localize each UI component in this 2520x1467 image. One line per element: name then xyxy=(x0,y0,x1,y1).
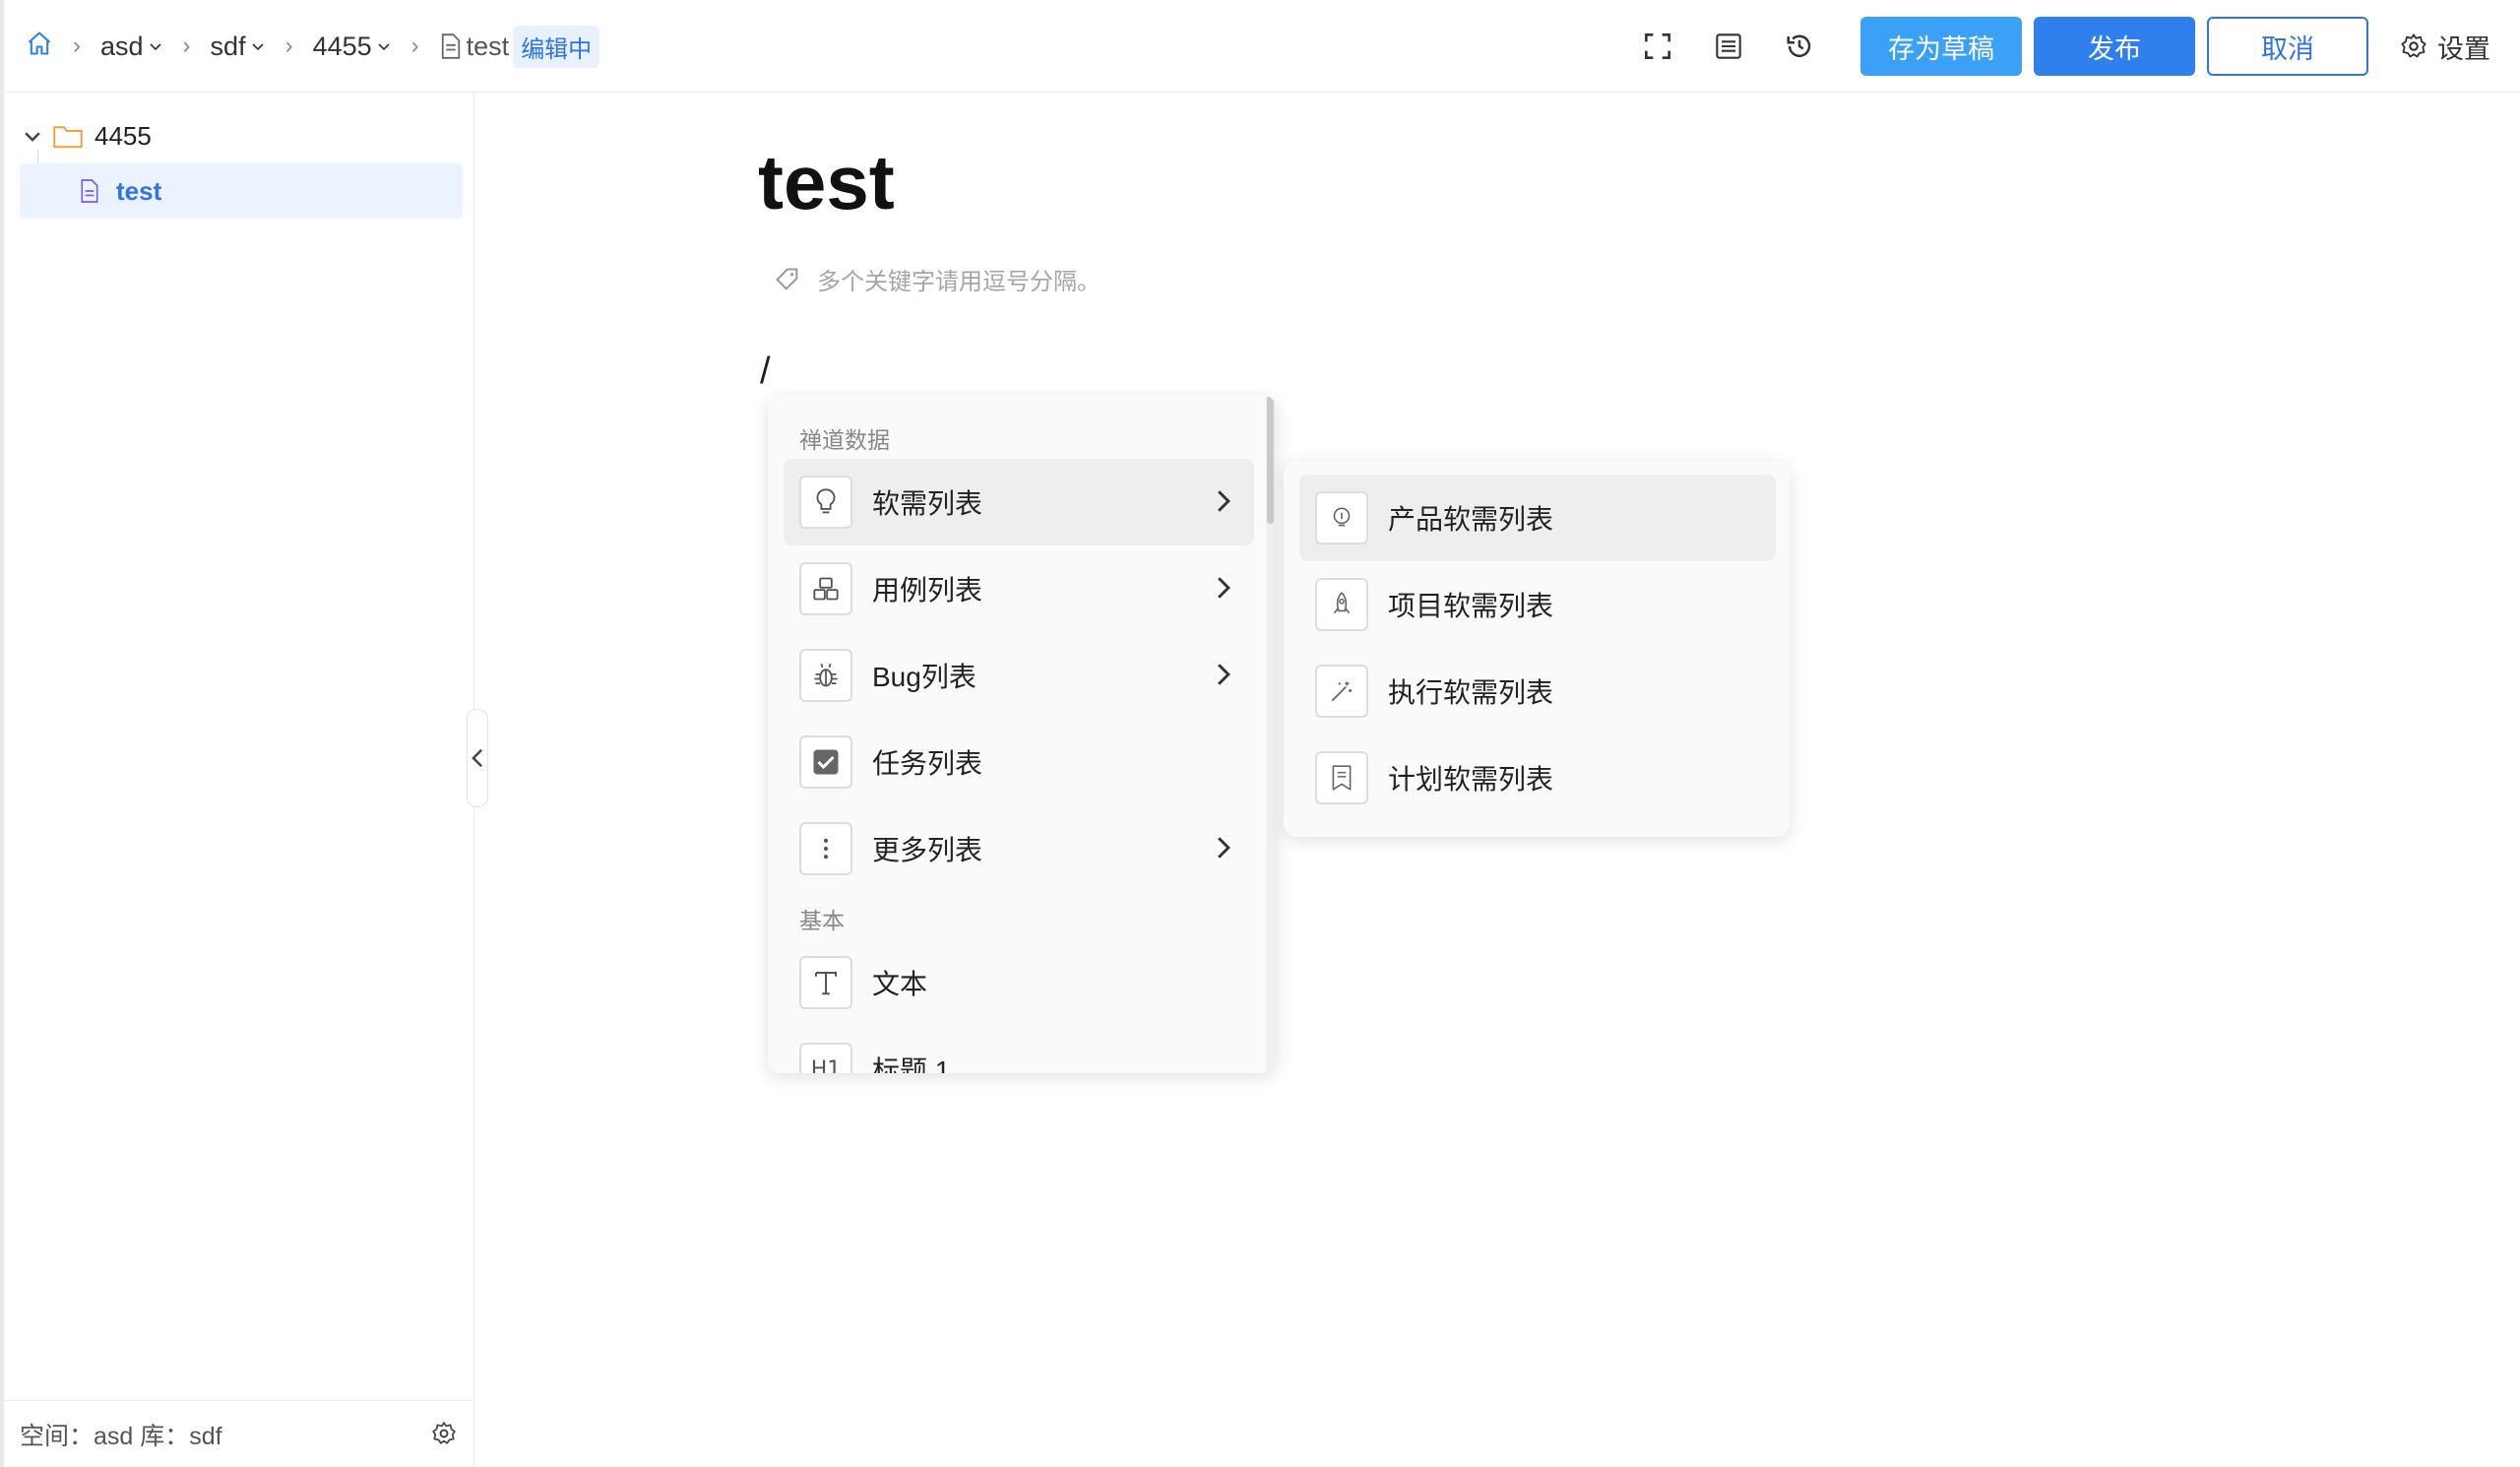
menu-item-case-list[interactable]: 用例列表 xyxy=(784,545,1254,632)
lightbulb-icon xyxy=(1315,491,1368,544)
submenu-item-label: 产品软需列表 xyxy=(1388,504,1554,535)
submenu-item-plan-story[interactable]: 计划软需列表 xyxy=(1299,734,1776,821)
tree-doc-item[interactable]: test xyxy=(20,163,463,219)
menu-scrollbar-thumb[interactable] xyxy=(1267,396,1274,524)
status-badge: 编辑中 xyxy=(513,25,600,68)
chevron-right-icon: › xyxy=(182,32,191,59)
text-icon xyxy=(799,956,852,1009)
menu-item-label: 更多列表 xyxy=(872,835,983,865)
menu-group-label: 禅道数据 xyxy=(799,427,890,453)
cancel-button[interactable]: 取消 xyxy=(2207,17,2368,76)
document-icon xyxy=(81,179,98,203)
blocks-icon xyxy=(799,562,852,615)
wand-icon xyxy=(1315,665,1368,718)
gear-icon[interactable] xyxy=(431,1421,457,1453)
keywords-placeholder: 多个关键字请用逗号分隔。 xyxy=(817,269,1101,295)
more-vertical-icon xyxy=(799,822,852,875)
bookmark-icon xyxy=(1315,751,1368,804)
tree-folder-item[interactable]: 4455 xyxy=(22,108,152,163)
sidebar-footer: 空间：asd 库：sdf xyxy=(4,1400,474,1467)
breadcrumb-item-doc: test 编辑中 xyxy=(439,25,600,68)
chevron-left-icon xyxy=(472,748,483,768)
menu-item-label: Bug列表 xyxy=(872,662,976,692)
chevron-right-icon xyxy=(1218,577,1230,599)
chevron-down-icon xyxy=(149,43,161,51)
menu-item-more-list[interactable]: 更多列表 xyxy=(784,805,1254,892)
document-icon xyxy=(441,33,460,59)
chevron-down-icon xyxy=(252,43,264,51)
sidebar-collapse-handle[interactable] xyxy=(467,709,488,807)
submenu-item-label: 项目软需列表 xyxy=(1388,591,1554,621)
doc-title[interactable]: test xyxy=(758,138,895,227)
chevron-right-icon xyxy=(1218,664,1230,685)
checkbox-icon xyxy=(799,735,852,789)
menu-item-story-list[interactable]: 软需列表 xyxy=(784,459,1254,545)
submenu-item-label: 计划软需列表 xyxy=(1388,764,1554,795)
publish-button[interactable]: 发布 xyxy=(2034,17,2195,76)
chevron-down-icon xyxy=(378,43,390,51)
keywords-field[interactable]: 多个关键字请用逗号分隔。 xyxy=(774,262,1101,296)
chevron-right-icon: › xyxy=(410,32,419,59)
submenu-item-product-story[interactable]: 产品软需列表 xyxy=(1299,475,1776,561)
bug-icon xyxy=(799,649,852,702)
slash-command-menu: 禅道数据 软需列表 用例列表 Bug列表 任务列表 更多列表 基本 文本 H1 … xyxy=(768,396,1276,1073)
editor-slash-input[interactable]: / xyxy=(760,351,771,393)
breadcrumb-doc-name: test xyxy=(466,31,510,61)
breadcrumb: › asd › sdf › 4455 › test 编辑中 xyxy=(26,0,600,93)
chevron-down-icon[interactable] xyxy=(22,125,43,147)
sidebar: 4455 test 空间：asd 库：sdf xyxy=(4,93,474,1467)
history-icon[interactable] xyxy=(1778,25,1821,68)
settings-button[interactable]: 设置 xyxy=(2400,28,2490,66)
chevron-right-icon xyxy=(1218,490,1230,512)
heading1-icon: H1 xyxy=(799,1043,852,1073)
outline-icon[interactable] xyxy=(1707,25,1750,68)
settings-label: 设置 xyxy=(2437,33,2490,64)
header: › asd › sdf › 4455 › test 编辑中 存为草稿 发布 取消… xyxy=(4,0,2520,93)
chevron-right-icon xyxy=(1218,837,1230,859)
menu-item-task-list[interactable]: 任务列表 xyxy=(784,719,1254,805)
space-library-info: 空间：asd 库：sdf xyxy=(20,1422,222,1450)
rocket-icon xyxy=(1315,578,1368,631)
gear-icon xyxy=(2401,33,2426,58)
folder-icon xyxy=(53,126,83,149)
fullscreen-icon[interactable] xyxy=(1636,25,1679,68)
chevron-right-icon: › xyxy=(73,32,81,59)
story-list-submenu: 产品软需列表 项目软需列表 执行软需列表 计划软需列表 xyxy=(1284,461,1790,837)
menu-item-label: 用例列表 xyxy=(872,575,983,606)
menu-group-label: 基本 xyxy=(799,908,845,933)
tag-icon xyxy=(776,268,798,289)
menu-item-label: 软需列表 xyxy=(872,488,983,519)
tree-folder-label: 4455 xyxy=(94,120,152,151)
lightbulb-icon xyxy=(799,476,852,529)
menu-item-label: 任务列表 xyxy=(872,748,983,779)
menu-item-label: 标题 1 xyxy=(872,1055,951,1073)
menu-item-label: 文本 xyxy=(872,969,928,999)
submenu-item-label: 执行软需列表 xyxy=(1388,677,1554,708)
menu-item-bug-list[interactable]: Bug列表 xyxy=(784,632,1254,719)
menu-item-heading1[interactable]: H1 标题 1 xyxy=(784,1026,1254,1073)
breadcrumb-item-library[interactable]: sdf xyxy=(211,32,266,62)
submenu-item-project-story[interactable]: 项目软需列表 xyxy=(1299,561,1776,648)
tree-doc-label: test xyxy=(116,175,162,206)
submenu-item-execution-story[interactable]: 执行软需列表 xyxy=(1299,648,1776,734)
app: › asd › sdf › 4455 › test 编辑中 存为草稿 发布 取消… xyxy=(0,0,2520,1467)
breadcrumb-item-folder[interactable]: 4455 xyxy=(313,32,392,62)
menu-item-text[interactable]: 文本 xyxy=(784,939,1254,1026)
breadcrumb-item-space[interactable]: asd xyxy=(100,32,163,62)
save-draft-button[interactable]: 存为草稿 xyxy=(1860,17,2022,76)
chevron-right-icon: › xyxy=(284,32,293,59)
home-icon[interactable] xyxy=(26,30,53,64)
toolbar: 存为草稿 发布 取消 设置 xyxy=(1636,0,2490,93)
